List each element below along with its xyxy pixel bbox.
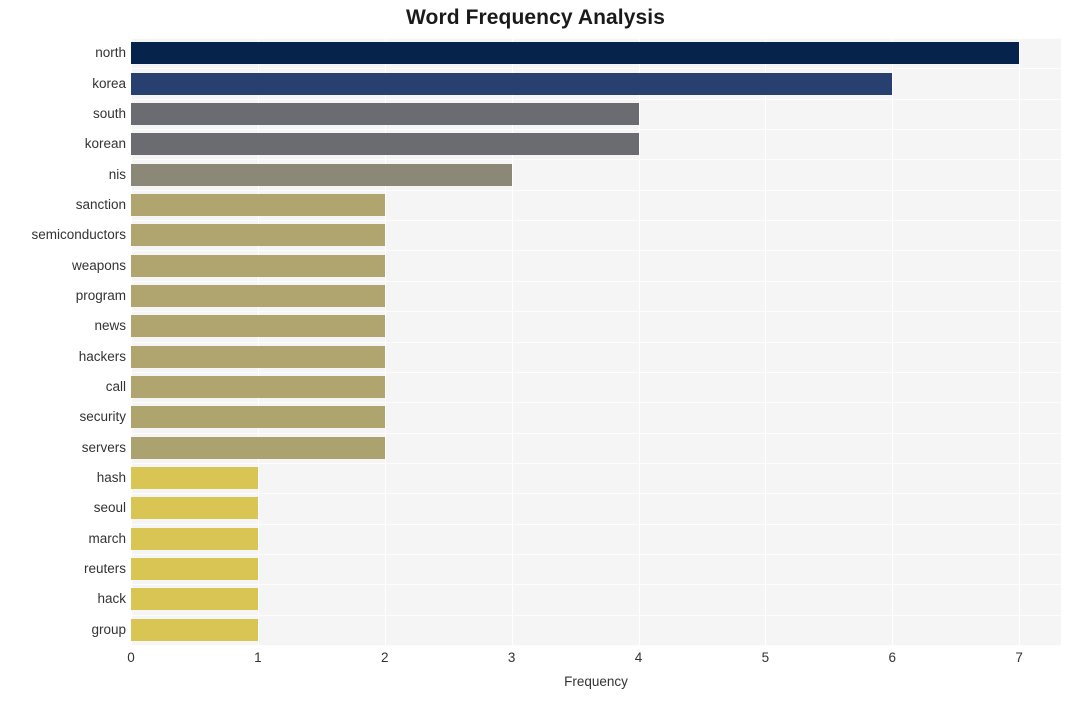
bar (131, 133, 639, 156)
y-axis-tick-label: seoul (93, 500, 126, 516)
bar (131, 558, 258, 581)
x-axis-tick-label: 1 (254, 650, 262, 665)
y-axis-tick-label: nis (108, 166, 126, 182)
y-axis-tick-label: hash (96, 470, 126, 486)
y-axis-tick-label: semiconductors (31, 227, 126, 243)
y-axis-tick-label: call (105, 379, 126, 395)
y-axis-tick-label: weapons (71, 257, 126, 273)
bar (131, 467, 258, 490)
x-axis-tick-label: 0 (127, 650, 135, 665)
bar (131, 436, 385, 459)
bar (131, 406, 385, 429)
x-axis-tick-label: 5 (761, 650, 770, 665)
y-axis-tick-labels: north korea south korean nis sanction semicond… (0, 38, 126, 645)
bar (131, 254, 385, 277)
plot-area (131, 38, 1061, 646)
bar (131, 345, 385, 368)
y-axis-tick-label: reuters (83, 561, 126, 577)
x-axis-tick-label: 2 (380, 650, 389, 665)
bar (131, 376, 385, 399)
chart-figure: Word Frequency Analysis north korea south k… (0, 0, 1071, 701)
chart-title: Word Frequency Analysis (405, 6, 666, 29)
bar (131, 588, 258, 611)
y-axis-tick-label: korean (84, 136, 126, 152)
y-axis-tick-label: sanction (75, 196, 126, 212)
bar (131, 618, 258, 641)
bar (131, 224, 385, 247)
bar (131, 315, 385, 338)
x-axis-title: Frequency (564, 674, 628, 689)
y-axis-tick-label: hack (97, 591, 126, 607)
y-axis-tick-label: hackers (78, 348, 126, 364)
bar (131, 193, 385, 216)
y-axis-tick-label: south (92, 105, 126, 121)
bar (131, 42, 1020, 65)
bars-layer (131, 38, 1061, 645)
y-axis-tick-label: march (88, 530, 126, 546)
y-axis-tick-label: group (91, 621, 126, 637)
y-axis-tick-label: servers (81, 439, 126, 455)
bar (131, 72, 893, 95)
y-axis-tick-label: security (79, 409, 126, 425)
gridline-horizontal (131, 645, 1061, 646)
x-axis-tick-label: 4 (634, 650, 643, 665)
y-axis-tick-label: korea (92, 75, 126, 91)
bar (131, 284, 385, 307)
x-axis-tick-labels: 0 1 2 3 4 5 6 7 (127, 650, 1061, 672)
y-axis-tick-label: program (75, 287, 126, 303)
bar (131, 527, 258, 550)
bar (131, 102, 639, 125)
y-axis-tick-label: news (94, 318, 126, 334)
bar (131, 163, 512, 186)
x-axis-tick-label: 6 (888, 650, 897, 665)
y-axis-tick-label: north (95, 45, 126, 61)
x-axis-tick-label: 3 (507, 650, 516, 665)
bar (131, 497, 258, 520)
x-axis-tick-label: 7 (1015, 650, 1023, 665)
